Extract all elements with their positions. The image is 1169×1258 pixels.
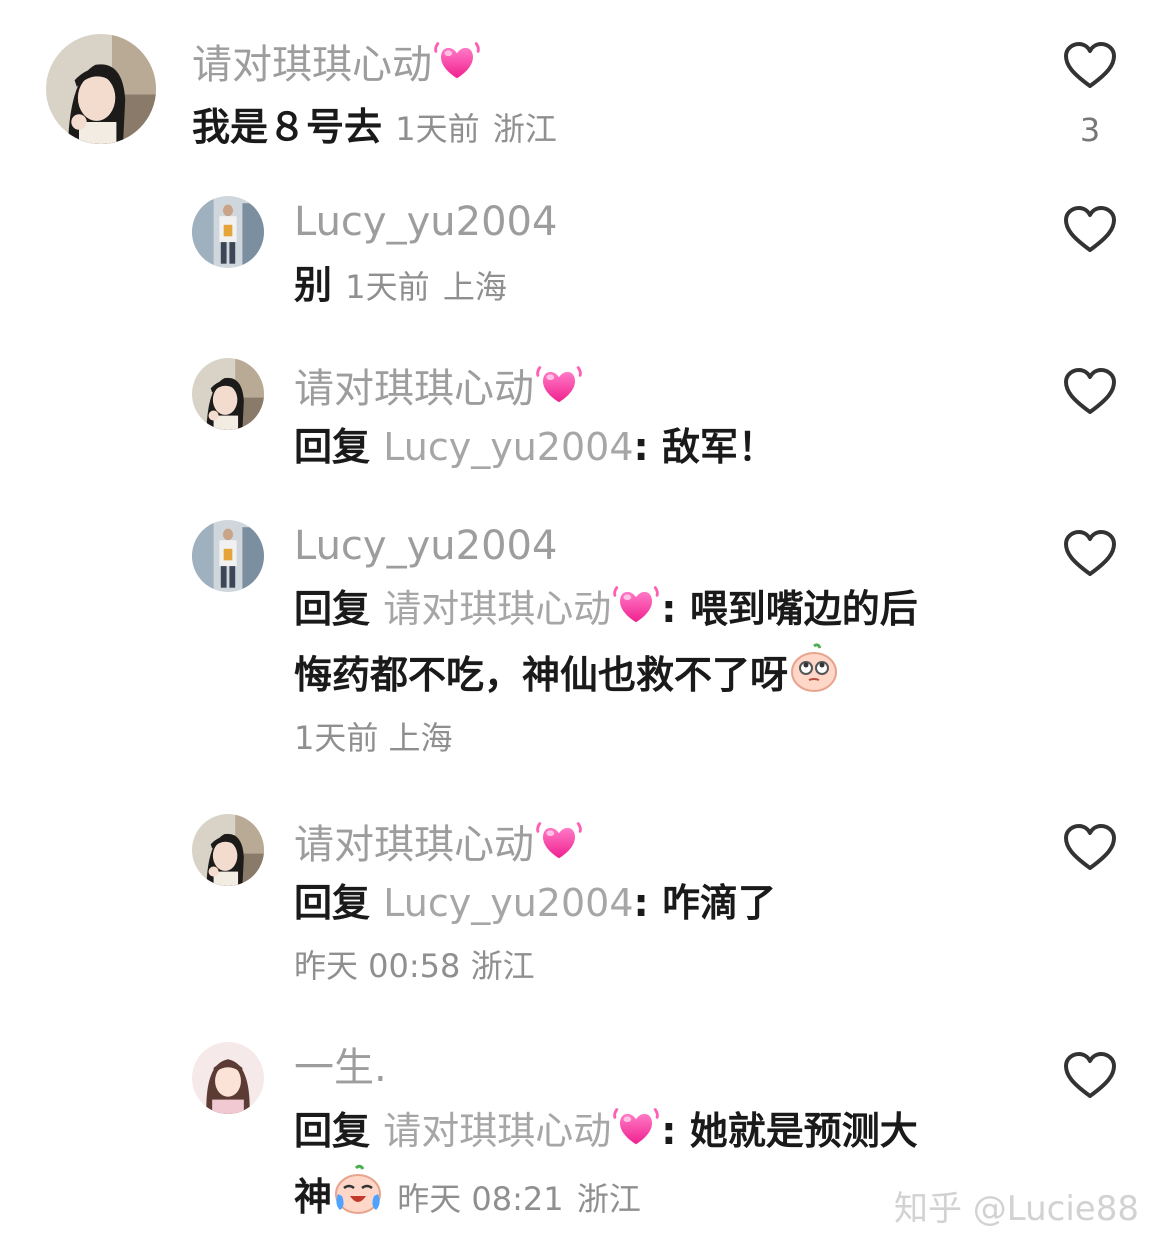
like-button[interactable]: [1062, 204, 1118, 260]
comment-text: 我是８号去: [192, 105, 383, 149]
growing-heart-emoji-icon: [611, 1100, 661, 1150]
reply-colon: :: [661, 587, 677, 631]
reply-prefix: 回复: [294, 425, 371, 469]
avatar[interactable]: [192, 196, 264, 268]
like-button[interactable]: [1062, 528, 1118, 584]
author-name[interactable]: Lucy_yu2004: [294, 196, 979, 248]
comment-time: 1天前: [345, 268, 430, 306]
growing-heart-emoji-icon: [432, 34, 482, 84]
comment-meta: 昨天 00:58 浙江: [294, 936, 979, 996]
avatar[interactable]: [192, 1042, 264, 1114]
comment-text-row: 回复 请对琪琪心动: 她就是预测大: [294, 1098, 979, 1164]
reply-prefix: 回复: [294, 1109, 371, 1153]
comment-time: 昨天 08:21: [397, 1180, 564, 1218]
comment-text-line1: 她就是预测大: [689, 1109, 918, 1153]
heart-outline-icon[interactable]: [1062, 366, 1118, 418]
comment-text-row: 别 1天前 上海: [294, 252, 979, 320]
growing-heart-emoji-icon: [534, 814, 584, 864]
comment-text: 别: [294, 263, 333, 307]
like-button[interactable]: [1062, 366, 1118, 422]
comment-text-line1: 喂到嘴边的后: [689, 587, 918, 631]
reply-to-user[interactable]: Lucy_yu2004: [383, 881, 633, 925]
reply-to-user[interactable]: Lucy_yu2004: [383, 425, 633, 469]
watermark: 知乎 @Lucie88: [893, 1189, 1139, 1229]
comment-meta: 1天前 上海: [294, 708, 979, 768]
heart-outline-icon[interactable]: [1062, 822, 1118, 874]
comment-author[interactable]: 请对琪琪心动: [294, 358, 979, 412]
reply-to-user[interactable]: 请对琪琪心动: [383, 587, 611, 631]
avatar-image: [46, 34, 156, 144]
reply-colon: :: [633, 881, 649, 925]
crying-laugh-emoji-icon: [332, 1164, 384, 1216]
avatar-image: [192, 1042, 264, 1114]
comment-text: 咋滴了: [661, 881, 776, 925]
comment-region: 浙江: [470, 947, 535, 985]
comment-text-row: 悔药都不吃，神仙也救不了呀: [294, 642, 979, 708]
comment-region: 浙江: [492, 110, 557, 148]
comment-region: 浙江: [576, 1180, 641, 1218]
author-name[interactable]: 请对琪琪心动: [294, 366, 534, 412]
comment-region: 上海: [388, 719, 453, 757]
like-count: 3: [1079, 111, 1101, 149]
author-name[interactable]: 请对琪琪心动: [294, 822, 534, 868]
comment-author[interactable]: 请对琪琪心动: [192, 34, 979, 88]
comment-time: 1天前: [294, 719, 379, 757]
heart-outline-icon[interactable]: [1062, 1050, 1118, 1102]
heart-outline-icon[interactable]: [1062, 528, 1118, 580]
avatar[interactable]: [192, 358, 264, 430]
like-button[interactable]: [1062, 822, 1118, 878]
comment-author[interactable]: 请对琪琪心动: [294, 814, 979, 868]
avatar-image: [192, 814, 264, 886]
comment-text-row: 回复 Lucy_yu2004: 敌军！: [294, 414, 979, 480]
comment-text-line2: 悔药都不吃，神仙也救不了呀: [294, 653, 789, 697]
comment-text: 敌军！: [661, 425, 776, 469]
comment-text-row: 回复 Lucy_yu2004: 咋滴了: [294, 870, 979, 936]
author-name[interactable]: Lucy_yu2004: [294, 520, 979, 572]
growing-heart-emoji-icon: [534, 358, 584, 408]
comment-text-row: 神 昨天 08:21 浙江: [294, 1164, 979, 1232]
avatar[interactable]: [46, 34, 156, 144]
like-button[interactable]: [1062, 1050, 1118, 1106]
avatar-image: [192, 358, 264, 430]
avatar[interactable]: [192, 814, 264, 886]
reply-colon: :: [633, 425, 649, 469]
reply-colon: :: [661, 1109, 677, 1153]
reply-prefix: 回复: [294, 587, 371, 631]
comment-text-row: 我是８号去 1天前 浙江: [192, 94, 979, 162]
author-name[interactable]: 一生.: [294, 1042, 979, 1094]
growing-heart-emoji-icon: [611, 578, 661, 628]
avatar-image: [192, 520, 264, 592]
eye-roll-emoji-icon: [788, 642, 840, 694]
comment-time: 昨天 00:58: [294, 947, 461, 985]
comment-region: 上海: [442, 268, 507, 306]
reply-prefix: 回复: [294, 881, 371, 925]
like-button[interactable]: 3: [1062, 40, 1118, 148]
comment-text-line2: 神: [294, 1175, 333, 1219]
comment-time: 1天前: [395, 110, 480, 148]
comment-text-row: 回复 请对琪琪心动: 喂到嘴边的后: [294, 576, 979, 642]
author-name[interactable]: 请对琪琪心动: [192, 42, 432, 88]
avatar[interactable]: [192, 520, 264, 592]
reply-to-user[interactable]: 请对琪琪心动: [383, 1109, 611, 1153]
heart-outline-icon[interactable]: [1062, 40, 1118, 92]
avatar-image: [192, 196, 264, 268]
heart-outline-icon[interactable]: [1062, 204, 1118, 256]
